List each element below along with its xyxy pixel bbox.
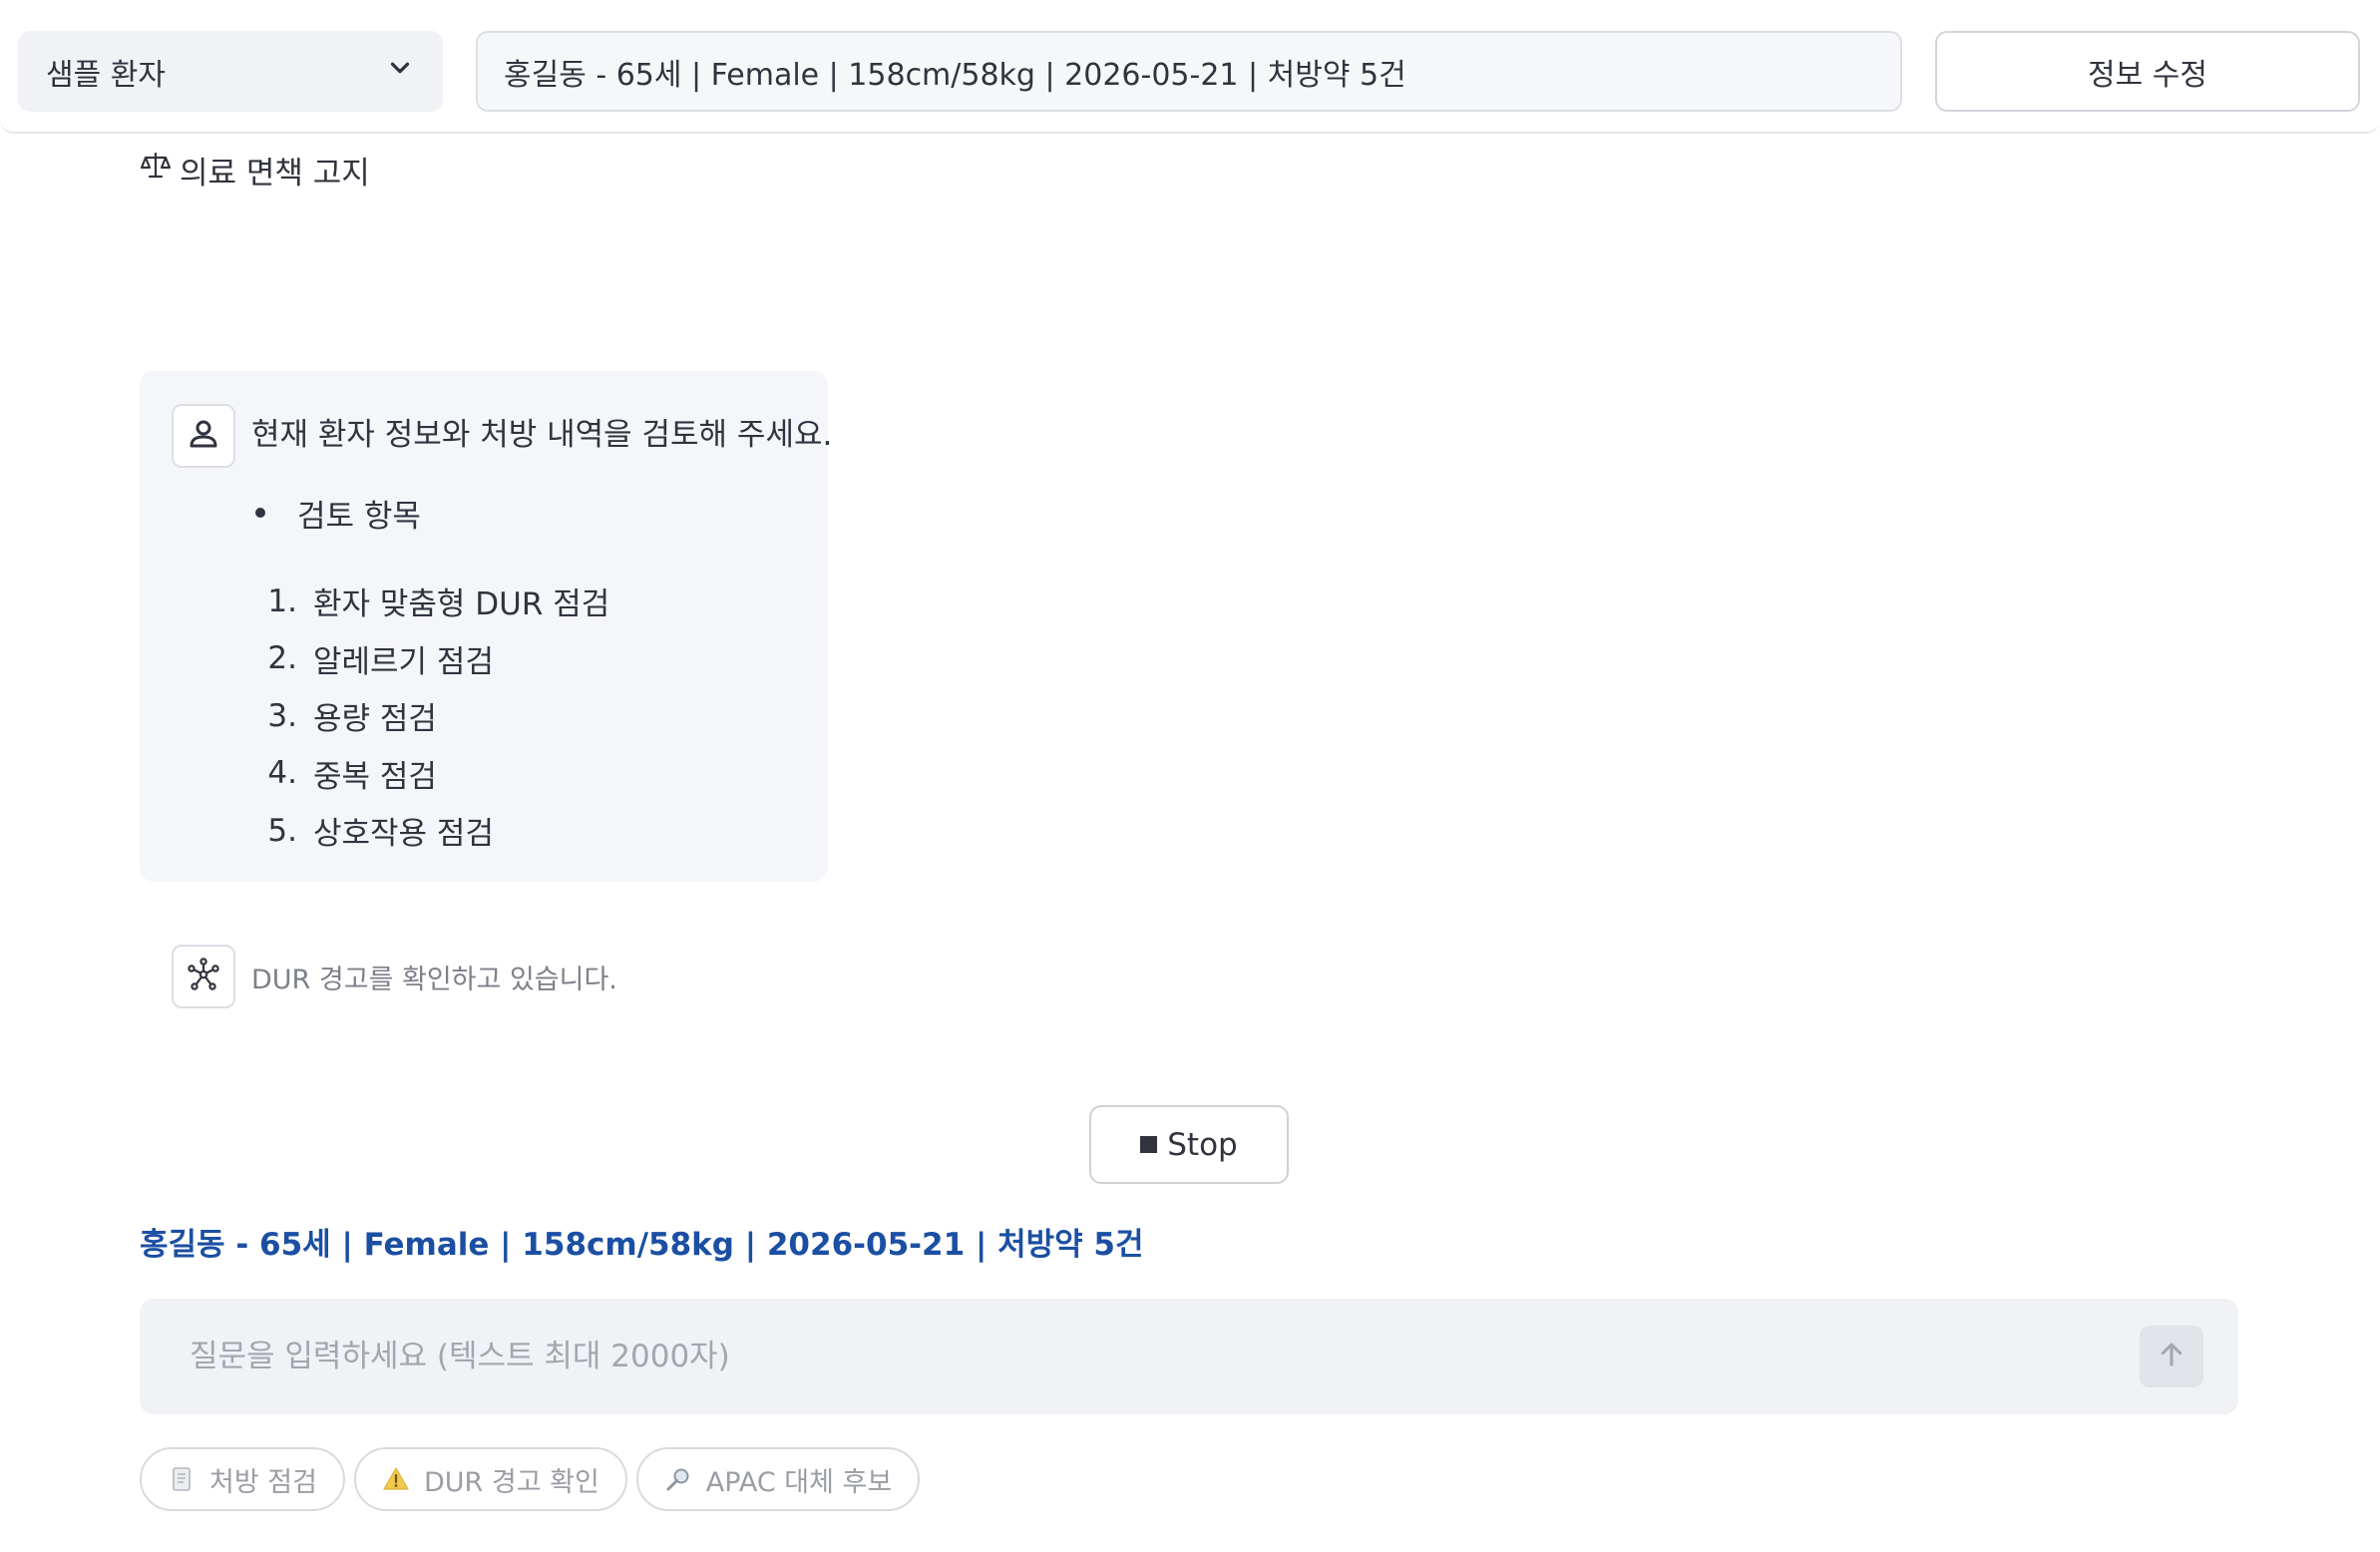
review-items-list: 1. 환자 맞춤형 DUR 점검 2. 알레르기 점검 3. 용량 점검 4. 중복 점… [257, 573, 609, 860]
edit-info-button[interactable]: 정보 수정 [1935, 31, 2360, 112]
chevron-down-icon [385, 53, 415, 91]
assistant-avatar [172, 945, 235, 1008]
scales-icon [140, 150, 172, 190]
chat-input-container [140, 1299, 2238, 1414]
stop-button[interactable]: Stop [1089, 1105, 1289, 1184]
list-item: 3. 용량 점검 [267, 697, 437, 738]
patient-summary-field: 홍길동 - 65세 | Female | 158cm/58kg | 2026-0… [476, 31, 1902, 112]
list-item: 4. 중복 점검 [267, 755, 437, 795]
chip-dur-warning[interactable]: DUR 경고 확인 [353, 1447, 627, 1511]
list-item: 5. 상호작용 점검 [267, 812, 494, 853]
chip-prescription-check[interactable]: 처방 점검 [140, 1447, 345, 1511]
arrow-up-icon [2157, 1340, 2186, 1373]
chip-label: DUR 경고 확인 [423, 1466, 599, 1498]
network-icon [186, 957, 221, 996]
warning-icon [382, 1465, 410, 1493]
send-button[interactable] [2140, 1326, 2203, 1387]
user-message-text: 현재 환자 정보와 처방 내역을 검토해 주세요. [251, 417, 833, 453]
patient-select[interactable]: 샘플 환자 [18, 31, 443, 112]
app-page: 샘플 환자 홍길동 - 65세 | Female | 158cm/58kg | … [0, 0, 2380, 1552]
chat-input[interactable] [140, 1299, 2238, 1414]
review-items-bullet: 검토 항목 [255, 491, 421, 536]
user-message: 현재 환자 정보와 처방 내역을 검토해 주세요. 검토 항목 1. 환자 맞춤형… [140, 371, 832, 882]
chip-apac-alternatives[interactable]: APAC 대체 후보 [635, 1447, 921, 1511]
assistant-message: DUR 경고를 확인하고 있습니다. [172, 945, 617, 1008]
list-item: 2. 알레르기 점검 [267, 640, 494, 680]
magnifier-icon [664, 1465, 692, 1493]
patient-select-value: 샘플 환자 [46, 57, 166, 93]
suggestion-chips: 처방 점검 DUR 경고 확인 APAC 대체 후보 [140, 1447, 921, 1511]
list-item: 1. 환자 맞춤형 DUR 점검 [267, 582, 610, 623]
disclaimer-label: 의료 면책 고지 [180, 155, 370, 192]
chip-label: 처방 점검 [209, 1466, 317, 1498]
chip-label: APAC 대체 후보 [705, 1466, 893, 1498]
patient-summary-text: 홍길동 - 65세 | Female | 158cm/58kg | 2026-0… [504, 57, 1406, 93]
stop-label: Stop [1167, 1126, 1238, 1163]
document-icon [168, 1465, 196, 1493]
medical-disclaimer-expander[interactable]: 의료 면책 고지 [140, 148, 370, 192]
assistant-status-text: DUR 경고를 확인하고 있습니다. [251, 964, 617, 995]
user-icon [186, 416, 221, 456]
user-avatar [172, 404, 235, 468]
patient-caption: 홍길동 - 65세 | Female | 158cm/58kg | 2026-0… [140, 1226, 1144, 1263]
top-bar: 샘플 환자 홍길동 - 65세 | Female | 158cm/58kg | … [0, 0, 2380, 134]
stop-icon [1140, 1136, 1158, 1153]
